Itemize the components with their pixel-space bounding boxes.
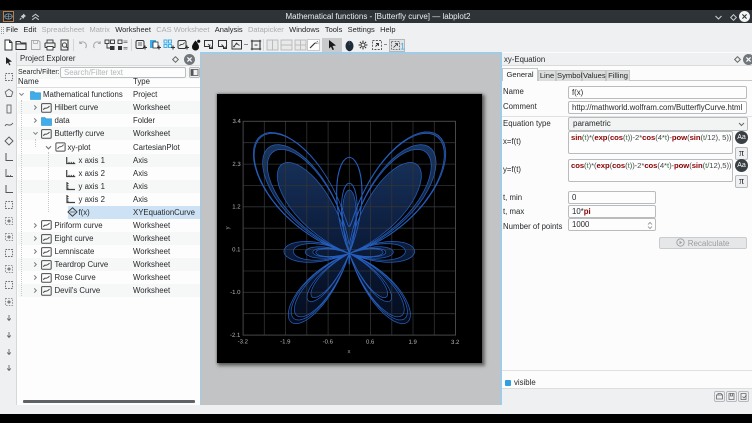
svg-text:0.6: 0.6: [366, 340, 375, 346]
svg-text:1.2: 1.2: [232, 205, 241, 211]
svg-text:-2.1: -2.1: [230, 333, 241, 339]
svg-text:x: x: [347, 349, 350, 355]
svg-text:2.3: 2.3: [232, 162, 241, 168]
svg-text:-3.2: -3.2: [238, 339, 249, 345]
svg-text:1.9: 1.9: [409, 340, 418, 346]
svg-text:-0.6: -0.6: [323, 340, 334, 346]
svg-text:-1.9: -1.9: [280, 339, 291, 345]
svg-text:3.4: 3.4: [232, 119, 241, 125]
svg-text:-1.0: -1.0: [230, 290, 241, 296]
svg-text:1: 1: [400, 41, 405, 51]
svg-text:0.1: 0.1: [232, 247, 241, 253]
svg-text:3.2: 3.2: [451, 340, 460, 346]
svg-text:y: y: [225, 226, 231, 229]
